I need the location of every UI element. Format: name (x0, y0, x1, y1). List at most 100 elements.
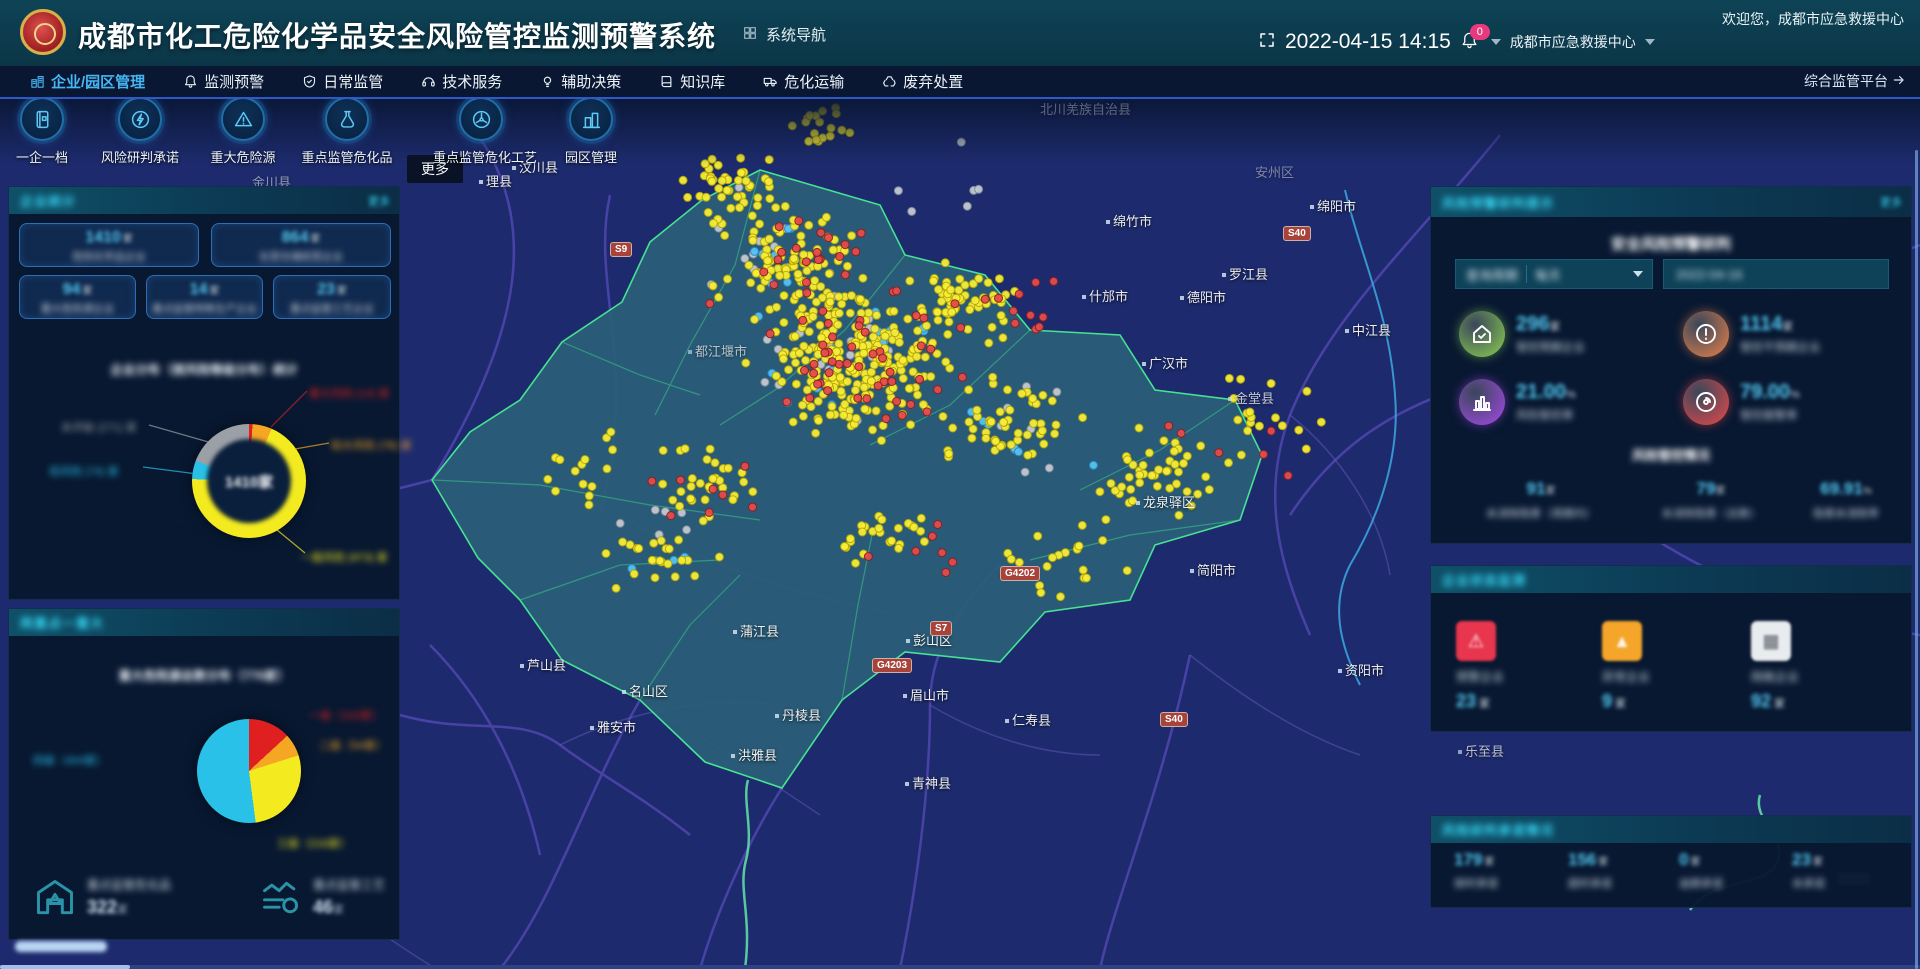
home-check-icon (1470, 322, 1494, 346)
map-city-label: 丹棱县 (775, 705, 821, 724)
bell-icon (183, 74, 198, 89)
radiation-icon (471, 109, 492, 130)
nav-item-7[interactable]: 危化运输 (763, 71, 844, 92)
status-item-icon: ▦ (1751, 621, 1791, 661)
datetime-text: 2022-04-15 14:15 (1285, 30, 1451, 54)
nav-item-5[interactable]: 辅助决策 (540, 71, 621, 92)
stat-card[interactable]: 864家 在营仓储经营企业 (211, 223, 391, 267)
fullscreen-icon (1258, 31, 1276, 49)
risk-stat-value: 296家 (1516, 313, 1585, 336)
hazmat-panel-title: 两重点一重大 (20, 613, 104, 632)
stat-card[interactable]: 94家 重大危险源企业 (19, 275, 136, 319)
status-item: ⚠ 预警企业 23家 (1456, 621, 1504, 712)
nav-item-label: 辅助决策 (561, 71, 621, 92)
nav-item-6[interactable]: 知识库 (659, 71, 725, 92)
pie-chart-title: 重大危险源总数分布（776家） (9, 665, 399, 684)
hazmat-panel-header: 两重点一重大 (9, 609, 399, 636)
stat-card-value: 1410家 (20, 229, 198, 247)
subnav-item-3[interactable]: 重大危险源 (195, 97, 291, 166)
stat-card-value: 864家 (212, 229, 390, 247)
vertical-scrollbar[interactable] (1915, 150, 1918, 969)
risk-panel-more[interactable]: 更多 (1880, 194, 1902, 210)
warehouse-icon (33, 876, 77, 920)
chevron-down-icon[interactable] (1491, 39, 1501, 45)
commit-item-label: 按时承诺 (1454, 875, 1498, 891)
lightning-icon (130, 109, 151, 130)
risk-stat: 296家 管控预期企业 (1459, 311, 1585, 357)
flask-icon (337, 109, 358, 130)
control-subtitle: 风险管控情况 (1431, 445, 1911, 464)
subnav-item-5[interactable]: 重点监管危化工艺 (433, 97, 529, 166)
scroll-pill[interactable] (15, 941, 107, 952)
nav-item-label: 企业/园区管理 (51, 71, 145, 92)
map-city-label: 都江堰市 (688, 341, 747, 360)
map-city-label: 龙泉驿区 (1136, 492, 1195, 511)
enterprise-panel-more[interactable]: 更多 (368, 193, 390, 209)
risk-stat-value: 1114家 (1740, 313, 1821, 336)
headset-icon (421, 74, 436, 89)
map-city-label: 雅安市 (590, 717, 636, 736)
nav-item-8[interactable]: 废弃处置 (882, 71, 963, 92)
commit-item-label: 逾期承诺 (1679, 875, 1723, 891)
stat-card[interactable]: 23家 重点监管工艺企业 (273, 275, 391, 319)
stat-card-label: 危险化学品企业 (20, 249, 198, 264)
commit-item: 0家 逾期承诺 (1679, 850, 1723, 891)
query-date-input[interactable]: 2022-04-16 (1663, 259, 1889, 289)
road-badge: S7 (930, 621, 952, 636)
hazmat-item-label: 重点监管工艺 (313, 876, 385, 893)
subnav-item-4[interactable]: 重点监管危化品 (299, 97, 395, 166)
query-period-label: 查询周期 (1466, 265, 1518, 284)
hazmat-item-value: 322家 (87, 897, 171, 918)
pie-legend-item: 二级（54家） (319, 737, 386, 753)
road-badge: S40 (1160, 712, 1188, 727)
hazmat-item: 重点监管危化品 322家 (33, 876, 171, 920)
donut-legend-item: 一般风险 (973) 家 (301, 549, 388, 565)
platform-link[interactable]: 综合监管平台 (1804, 71, 1906, 91)
notification-bell[interactable]: 0 (1460, 31, 1482, 53)
subnav-item-6[interactable]: 园区管理 (543, 97, 639, 166)
commit-item-value: 156家 (1568, 850, 1612, 870)
status-item-icon: ▲ (1602, 621, 1642, 661)
status-item-value: 9家 (1602, 691, 1650, 712)
subnav-item-2[interactable]: 风险研判承诺 (92, 97, 188, 166)
stat-card-value: 23家 (274, 281, 390, 299)
risk-stat: 79.00% 管控报警率 (1683, 379, 1800, 425)
nav-item-1[interactable]: 企业/园区管理 (30, 71, 145, 92)
donut-center-label: 1410家 (207, 439, 291, 523)
main-nav: 企业/园区管理 监测预警 日常监管 技术服务 辅助决策 知识库 危化运输 废弃处置 综合监管平… (0, 66, 1920, 99)
control-stat-value: 91家 (1461, 479, 1621, 499)
pie-chart (197, 719, 301, 823)
scrollbar-thumb[interactable] (0, 965, 130, 969)
subnav-item-1[interactable]: 一企一档 (0, 97, 90, 166)
map-city-label: 芦山县 (520, 655, 566, 674)
status-item-icon: ⚠ (1456, 621, 1496, 661)
map-city-label: 德阳市 (1180, 287, 1226, 306)
enterprise-panel-title: 企业统计 (20, 191, 76, 210)
user-menu[interactable]: 成都市应急救援中心 (1510, 32, 1636, 52)
stat-card[interactable]: 1410家 危险化学品企业 (19, 223, 199, 267)
horizontal-scrollbar[interactable] (0, 965, 1920, 969)
risk-stat-value: 21.00% (1516, 381, 1576, 404)
donut-chart-title: 企业分布（按风险等级分布）统计 (9, 359, 399, 378)
fullscreen-icon[interactable] (1258, 31, 1276, 54)
risk-stat-value: 79.00% (1740, 381, 1800, 404)
nav-item-label: 日常监管 (323, 71, 383, 92)
hazmat-item: 重点监管工艺 46家 (259, 876, 385, 920)
query-period-select[interactable]: 查询周期 每天 (1455, 259, 1653, 289)
nav-item-2[interactable]: 监测预警 (183, 71, 264, 92)
risk-panel-title: 风险预警研判提示 (1442, 193, 1554, 212)
risk-panel-header: 风险预警研判提示 更多 (1431, 187, 1911, 217)
commit-item-label: 超时承诺 (1568, 875, 1612, 891)
commit-item-label: 未承诺 (1792, 875, 1825, 891)
map-city-label: 北川羌族自治县 (1040, 99, 1131, 118)
radiation-icon-badge (459, 97, 503, 141)
chevron-down-icon[interactable] (1645, 39, 1655, 45)
nav-item-4[interactable]: 技术服务 (421, 71, 502, 92)
system-nav-button[interactable]: 系统导航 (742, 24, 826, 45)
archive-book-icon-badge (20, 97, 64, 141)
archive-book-icon (32, 109, 53, 130)
map-city-label: 绵竹市 (1106, 211, 1152, 230)
nav-item-3[interactable]: 日常监管 (302, 71, 383, 92)
subnav-item-label: 重大危险源 (195, 147, 291, 166)
stat-card[interactable]: 14家 重点监管特殊生产企业 (146, 275, 263, 319)
